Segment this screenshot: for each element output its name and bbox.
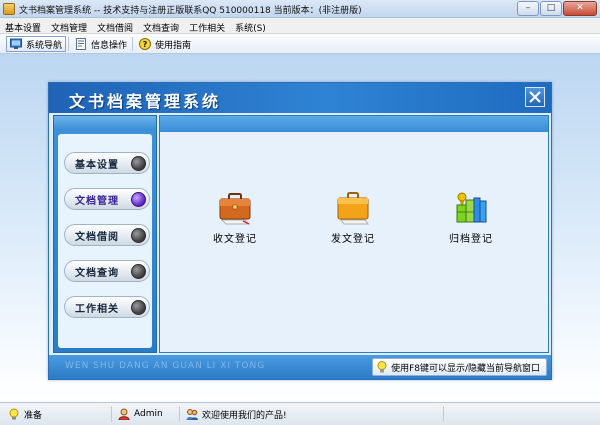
status-user-text: Admin (134, 409, 163, 419)
menu-basic-settings[interactable]: 基本设置 (0, 18, 46, 34)
toolbar: 系统导航 信息操作 ? 使用指南 (0, 34, 600, 54)
nav-button-doc-query[interactable]: 文档查询 (64, 260, 150, 282)
nav-indicator-icon (131, 228, 146, 243)
window-controls: – □ ✕ (517, 1, 597, 16)
toolbar-separator (132, 37, 133, 51)
nav-button-basic-settings[interactable]: 基本设置 (64, 152, 150, 174)
nav-indicator-icon (131, 192, 146, 207)
users-icon (186, 409, 198, 420)
monitor-icon (10, 38, 22, 49)
status-welcome: 欢迎使用我们的产品! (182, 406, 444, 422)
help-icon: ? (139, 38, 151, 50)
folder-icon (337, 192, 369, 225)
status-user: Admin (114, 406, 180, 422)
status-lightbulb-icon (9, 408, 19, 420)
svg-text:?: ? (143, 40, 148, 49)
close-icon (529, 91, 541, 103)
function-label: 归档登记 (449, 234, 493, 245)
panel-footer: WEN SHU DANG AN GUAN LI XI TONG 使用F8键可以显… (49, 355, 551, 379)
function-label: 发文登记 (331, 234, 375, 245)
panel-title: 文书档案管理系统 (69, 92, 222, 111)
nav-sidebar: 基本设置 文档管理 文档借阅 文档查询 工作相关 (53, 115, 157, 353)
function-label: 收文登记 (213, 234, 257, 245)
nav-button-label: 文档管理 (75, 195, 119, 207)
toolbar-separator (68, 37, 69, 51)
nav-button-doc-borrow[interactable]: 文档借阅 (64, 224, 150, 246)
sidebar-top-strip (54, 116, 156, 130)
function-area: 收文登记 发文登记 归档登记 (160, 132, 548, 352)
menu-doc-borrow[interactable]: 文档借阅 (92, 18, 138, 34)
app-icon (3, 3, 15, 15)
function-send-register[interactable]: 发文登记 (318, 190, 388, 245)
nav-indicator-icon (131, 264, 146, 279)
maximize-button[interactable]: □ (540, 1, 562, 16)
function-archive-register[interactable]: 归档登记 (436, 190, 506, 245)
function-content: 收文登记 发文登记 归档登记 (159, 115, 549, 353)
menu-doc-query[interactable]: 文档查询 (138, 18, 184, 34)
user-icon (118, 408, 130, 420)
panel-header: 文书档案管理系统 (49, 83, 551, 113)
nav-button-label: 工作相关 (75, 303, 119, 315)
window-title: 文书档案管理系统 -- 技术支持与注册正版联系QQ 510000118 当前版本… (19, 6, 362, 16)
menubar: 基本设置 文档管理 文档借阅 文档查询 工作相关 系统(S) (0, 18, 600, 34)
document-icon (76, 38, 86, 50)
nav-button-label: 文档查询 (75, 267, 119, 279)
nav-button-label: 文档借阅 (75, 231, 119, 243)
close-button[interactable]: ✕ (563, 1, 597, 16)
function-receive-register[interactable]: 收文登记 (200, 190, 270, 245)
panel-watermark: WEN SHU DANG AN GUAN LI XI TONG (65, 361, 266, 371)
nav-button-work-related[interactable]: 工作相关 (64, 296, 150, 318)
statusbar: 准备 Admin 欢迎使用我们的产品! (0, 402, 600, 425)
toolbar-info-ops-button[interactable]: 信息操作 (72, 36, 130, 52)
status-welcome-text: 欢迎使用我们的产品! (202, 410, 287, 421)
sidebar-button-area: 基本设置 文档管理 文档借阅 文档查询 工作相关 (58, 134, 152, 348)
navigation-panel: 文书档案管理系统 基本设置 文档管理 文档借阅 文档查询 工作相关 收文登记 发… (48, 82, 552, 380)
briefcase-icon (219, 193, 251, 225)
toolbar-system-nav-button[interactable]: 系统导航 (6, 36, 67, 52)
nav-indicator-icon (131, 156, 146, 171)
toolbar-info-ops-label: 信息操作 (91, 40, 128, 51)
f8-hint: 使用F8键可以显示/隐藏当前导航窗口 (372, 358, 547, 376)
menu-doc-management[interactable]: 文档管理 (46, 18, 92, 34)
nav-button-doc-management[interactable]: 文档管理 (64, 188, 150, 210)
status-ready: 准备 (4, 406, 112, 422)
lightbulb-icon (377, 361, 387, 373)
nav-button-label: 基本设置 (75, 159, 119, 171)
menu-system[interactable]: 系统(S) (230, 18, 271, 34)
minimize-button[interactable]: – (517, 1, 539, 16)
f8-hint-text: 使用F8键可以显示/隐藏当前导航窗口 (391, 363, 540, 374)
archive-books-icon (456, 192, 487, 223)
nav-indicator-icon (131, 300, 146, 315)
toolbar-help-label: 使用指南 (155, 40, 192, 51)
menu-work-related[interactable]: 工作相关 (184, 18, 230, 34)
window-titlebar: 文书档案管理系统 -- 技术支持与注册正版联系QQ 510000118 当前版本… (0, 0, 600, 18)
panel-close-button[interactable] (525, 87, 545, 107)
toolbar-help-button[interactable]: ? 使用指南 (136, 36, 194, 52)
status-ready-text: 准备 (24, 410, 43, 421)
content-header-bar (160, 116, 548, 132)
toolbar-system-nav-label: 系统导航 (26, 40, 63, 51)
